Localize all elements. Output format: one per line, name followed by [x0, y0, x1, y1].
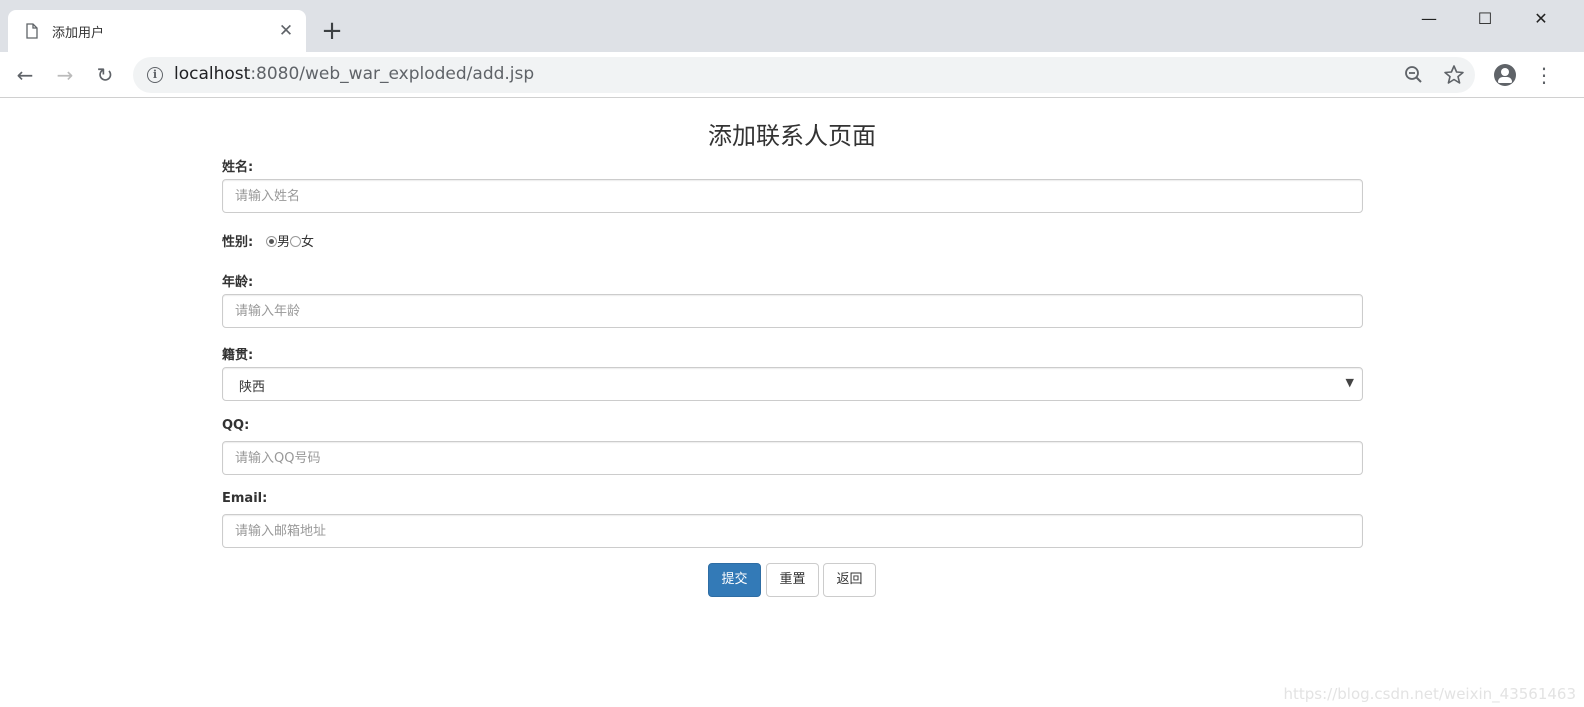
info-icon[interactable]: i	[147, 67, 163, 83]
qq-label: QQ:	[222, 418, 250, 433]
tab-close-icon[interactable]: ✕	[276, 21, 296, 41]
hometown-select[interactable]: 陕西 ▼	[222, 367, 1363, 401]
age-input[interactable]	[222, 294, 1363, 328]
window-close-button[interactable]: ✕	[1518, 4, 1564, 34]
star-icon[interactable]	[1441, 62, 1467, 88]
submit-button[interactable]: 提交	[708, 563, 761, 597]
gender-male-radio[interactable]	[266, 236, 277, 247]
gender-male-label: 男	[277, 235, 291, 250]
back-button[interactable]: ←	[10, 60, 40, 90]
gender-female-label: 女	[301, 235, 315, 250]
name-label: 姓名:	[222, 160, 254, 175]
age-label: 年龄:	[222, 275, 254, 290]
page-icon	[26, 23, 38, 39]
gender-options: 男女	[266, 231, 314, 250]
reset-button[interactable]: 重置	[766, 563, 819, 597]
profile-icon[interactable]	[1494, 64, 1516, 86]
reload-button[interactable]: ↻	[90, 60, 120, 90]
hometown-label: 籍贯:	[222, 348, 254, 363]
watermark: https://blog.csdn.net/weixin_43561463	[1283, 685, 1576, 703]
email-input[interactable]	[222, 514, 1363, 548]
name-input[interactable]	[222, 179, 1363, 213]
forward-button[interactable]: →	[50, 60, 80, 90]
hometown-selected-value: 陕西	[239, 380, 266, 395]
menu-icon[interactable]: ⋮	[1534, 60, 1554, 90]
new-tab-button[interactable]: +	[318, 17, 346, 45]
gender-female-radio[interactable]	[290, 236, 302, 247]
maximize-button[interactable]: ☐	[1462, 4, 1508, 34]
minimize-button[interactable]: —	[1406, 4, 1452, 34]
url-host: localhost	[174, 64, 251, 84]
zoom-out-icon[interactable]	[1401, 62, 1427, 88]
tab-strip: 添加用户 ✕ + — ☐ ✕	[0, 0, 1584, 52]
url-text[interactable]: localhost:8080/web_war_exploded/add.jsp	[174, 64, 534, 84]
email-label: Email:	[222, 491, 268, 506]
chevron-down-icon: ▼	[1345, 376, 1354, 389]
gender-label: 性别:	[222, 235, 254, 250]
back-button-page[interactable]: 返回	[823, 563, 876, 597]
page-content: 添加联系人页面 姓名: 性别: 男女 年龄: 籍贯: 陕西 ▼ QQ: Emai…	[0, 99, 1584, 707]
browser-tab[interactable]: 添加用户 ✕	[8, 10, 306, 52]
tab-title: 添加用户	[52, 26, 105, 41]
browser-toolbar: ← → ↻ i localhost:8080/web_war_exploded/…	[0, 52, 1584, 98]
page-title: 添加联系人页面	[708, 122, 876, 150]
url-path: :8080/web_war_exploded/add.jsp	[250, 64, 535, 84]
address-bar[interactable]: i localhost:8080/web_war_exploded/add.js…	[133, 57, 1475, 93]
qq-input[interactable]	[222, 441, 1363, 475]
